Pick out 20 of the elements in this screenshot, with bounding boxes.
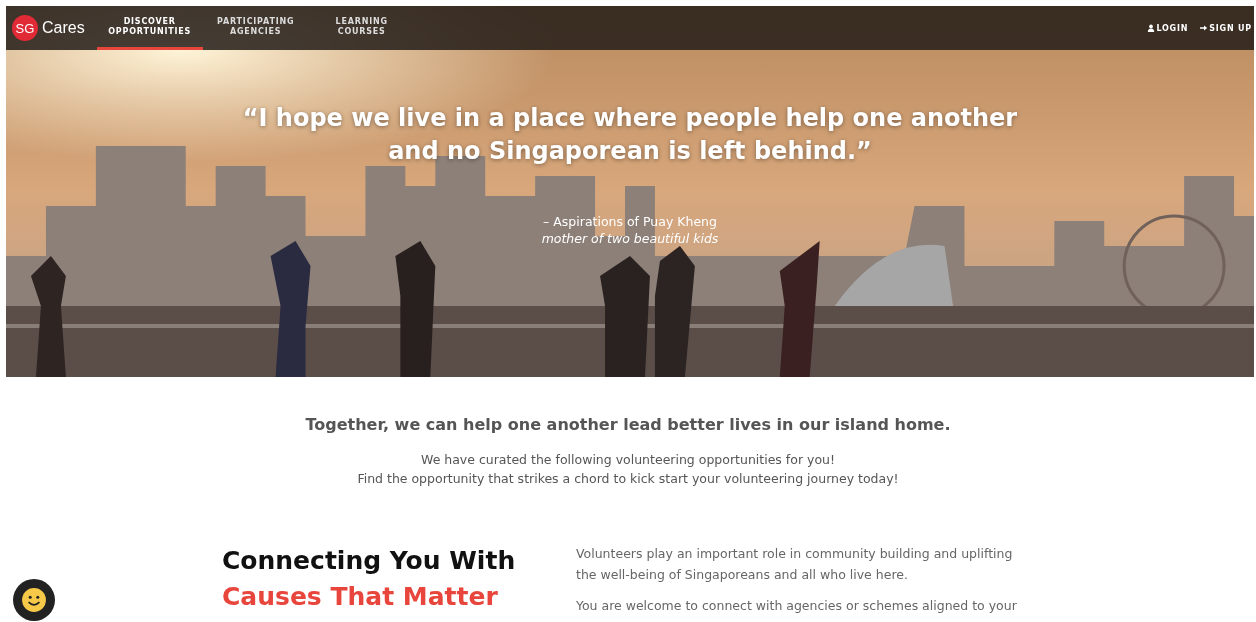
quote-attribution: – Aspirations of Puay Kheng: [542, 214, 718, 229]
section-paragraph: Volunteers play an important role in community building and uplifting the well-being of Singaporeans and all who live here.: [576, 545, 1014, 584]
logo-text[interactable]: Cares: [42, 19, 85, 37]
nav-tab[interactable]: PARTICIPATING AGENCIES: [202, 6, 309, 50]
hero-quote: “I hope we live in a place where people help one another and no Singaporean is left behind.”: [241, 103, 1019, 167]
nav-tab[interactable]: LEARNING COURSES: [308, 6, 415, 50]
quote-caption: mother of two beautiful kids: [540, 231, 720, 246]
user-icon: [1147, 24, 1156, 32]
chat-button[interactable]: [13, 579, 55, 621]
nav-tab[interactable]: DISCOVER OPPORTUNITIES: [96, 6, 203, 50]
section-title: Connecting You With: [222, 545, 517, 577]
intro-text: We have curated the following volunteering opportunities for you! Find the opportunity that strikes a chord to kick start your volunteering journey today!: [356, 451, 900, 488]
section-subtitle: Causes That Matter: [222, 581, 499, 613]
logo-badge[interactable]: SG: [12, 15, 38, 41]
section-paragraph: You are welcome to connect with agencies or schemes aligned to your: [576, 597, 1018, 615]
login-link[interactable]: LOGIN: [1135, 6, 1189, 50]
smiley-icon: [21, 587, 47, 613]
signup-link[interactable]: SIGN UP: [1188, 6, 1254, 50]
intro-heading: Together, we can help one another lead better lives in our island home.: [304, 415, 952, 434]
sign-in-icon: [1200, 24, 1209, 32]
